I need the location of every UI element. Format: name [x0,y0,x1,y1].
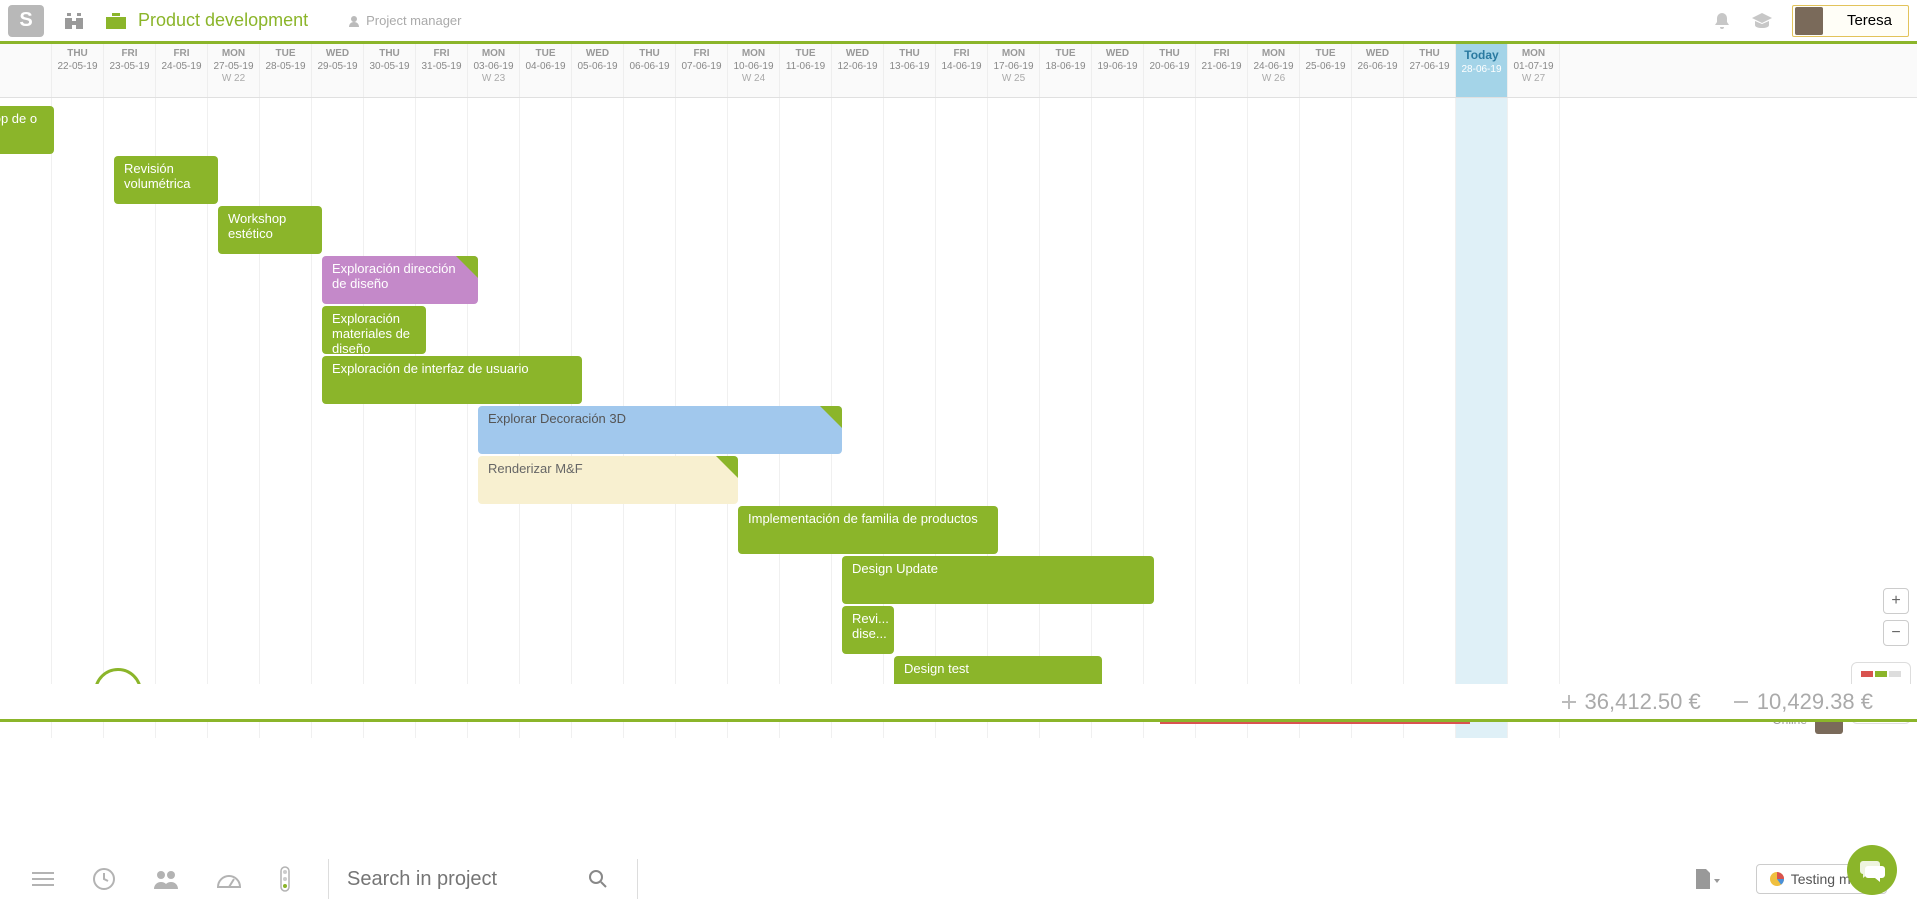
date-column[interactable]: TUE25-06-19 [1300,44,1352,97]
date-column[interactable]: FRI23-05-19 [104,44,156,97]
date-column[interactable]: THU20-06-19 [1144,44,1196,97]
date-column[interactable]: FRI14-06-19 [936,44,988,97]
project-manager-label: Project manager [348,13,461,28]
zoom-out-button[interactable]: − [1883,620,1909,646]
clock-icon[interactable] [92,867,116,891]
search-input[interactable] [328,859,588,899]
bell-icon[interactable] [1712,11,1732,31]
date-column[interactable]: WED26-06-19 [1352,44,1404,97]
date-column[interactable]: MON27-05-19W 22 [208,44,260,97]
date-column[interactable]: FRI24-05-19 [156,44,208,97]
zoom-in-button[interactable]: + [1883,588,1909,614]
project-title[interactable]: Product development [138,10,308,31]
chat-icon [1859,858,1885,882]
pie-icon [1769,871,1785,887]
briefcase-icon[interactable] [104,11,128,31]
search-button[interactable] [588,859,638,899]
date-column[interactable]: MON01-07-19W 27 [1508,44,1560,97]
user-icon [348,15,360,27]
user-name: Teresa [1847,12,1892,29]
minus-icon [1731,692,1751,712]
graduation-cap-icon[interactable] [1750,11,1774,31]
task-bar[interactable]: Implementación de familia de productos [738,506,998,554]
date-column[interactable]: MON24-06-19W 26 [1248,44,1300,97]
task-bar[interactable]: Explorar Decoración 3D [478,406,842,454]
date-column[interactable]: MON17-06-19W 25 [988,44,1040,97]
date-column[interactable]: THU22-05-19 [52,44,104,97]
date-column[interactable]: TUE28-05-19 [260,44,312,97]
total-expense: 10,429.38 € [1731,689,1873,715]
list-icon[interactable] [30,869,56,889]
date-column[interactable]: WED12-06-19 [832,44,884,97]
traffic-light-icon[interactable] [278,866,292,892]
bottom-toolbar: Testing mode [0,851,1917,907]
task-bar[interactable]: shop de o [0,106,54,154]
date-column[interactable]: THU27-06-19 [1404,44,1456,97]
search-icon [588,869,608,889]
date-column[interactable]: FRI21-06-19 [1196,44,1248,97]
document-dropdown[interactable] [1692,867,1720,891]
gantt-chart[interactable]: shop de o Revisión volumétricaWorkshop es… [0,98,1917,738]
user-menu[interactable]: Teresa [1792,5,1909,37]
app-logo[interactable]: S [8,5,44,37]
date-column[interactable]: MON03-06-19W 23 [468,44,520,97]
date-column[interactable]: Today28-06-19 [1456,44,1508,97]
task-bar[interactable]: Exploración materiales de diseño [322,306,426,354]
task-bar[interactable]: Workshop estético [218,206,322,254]
date-column[interactable]: TUE11-06-19 [780,44,832,97]
task-bar[interactable]: Revisión volumétrica [114,156,218,204]
date-column[interactable]: THU30-05-19 [364,44,416,97]
date-column[interactable]: THU06-06-19 [624,44,676,97]
total-income: 36,412.50 € [1559,689,1701,715]
task-bar[interactable]: Design Update [842,556,1154,604]
gauge-icon[interactable] [216,869,242,889]
chat-button[interactable] [1847,845,1897,895]
date-column[interactable]: WED19-06-19 [1092,44,1144,97]
date-column[interactable]: TUE18-06-19 [1040,44,1092,97]
date-column[interactable] [0,44,52,97]
date-column[interactable]: FRI31-05-19 [416,44,468,97]
date-column[interactable]: WED05-06-19 [572,44,624,97]
date-column[interactable]: TUE04-06-19 [520,44,572,97]
zoom-controls: + − [1883,588,1911,652]
task-bar[interactable]: Renderizar M&F [478,456,738,504]
avatar [1795,7,1823,35]
task-bar[interactable]: Exploración de interfaz de usuario [322,356,582,404]
date-column[interactable]: WED29-05-19 [312,44,364,97]
totals-bar: 36,412.50 € 10,429.38 € [0,684,1917,722]
date-column[interactable]: THU13-06-19 [884,44,936,97]
date-column[interactable]: FRI07-06-19 [676,44,728,97]
binoculars-icon[interactable] [62,11,86,31]
cpm-swatches [1852,671,1910,677]
timeline-header: THU22-05-19FRI23-05-19FRI24-05-19MON27-0… [0,44,1917,98]
task-bar[interactable]: Revi... dise... [842,606,894,654]
plus-icon [1559,692,1579,712]
topbar: S Product development Project manager Te… [0,0,1917,44]
search-box [328,859,638,899]
team-icon[interactable] [152,869,180,889]
date-column[interactable]: MON10-06-19W 24 [728,44,780,97]
task-bar[interactable]: Exploración dirección de diseño [322,256,478,304]
